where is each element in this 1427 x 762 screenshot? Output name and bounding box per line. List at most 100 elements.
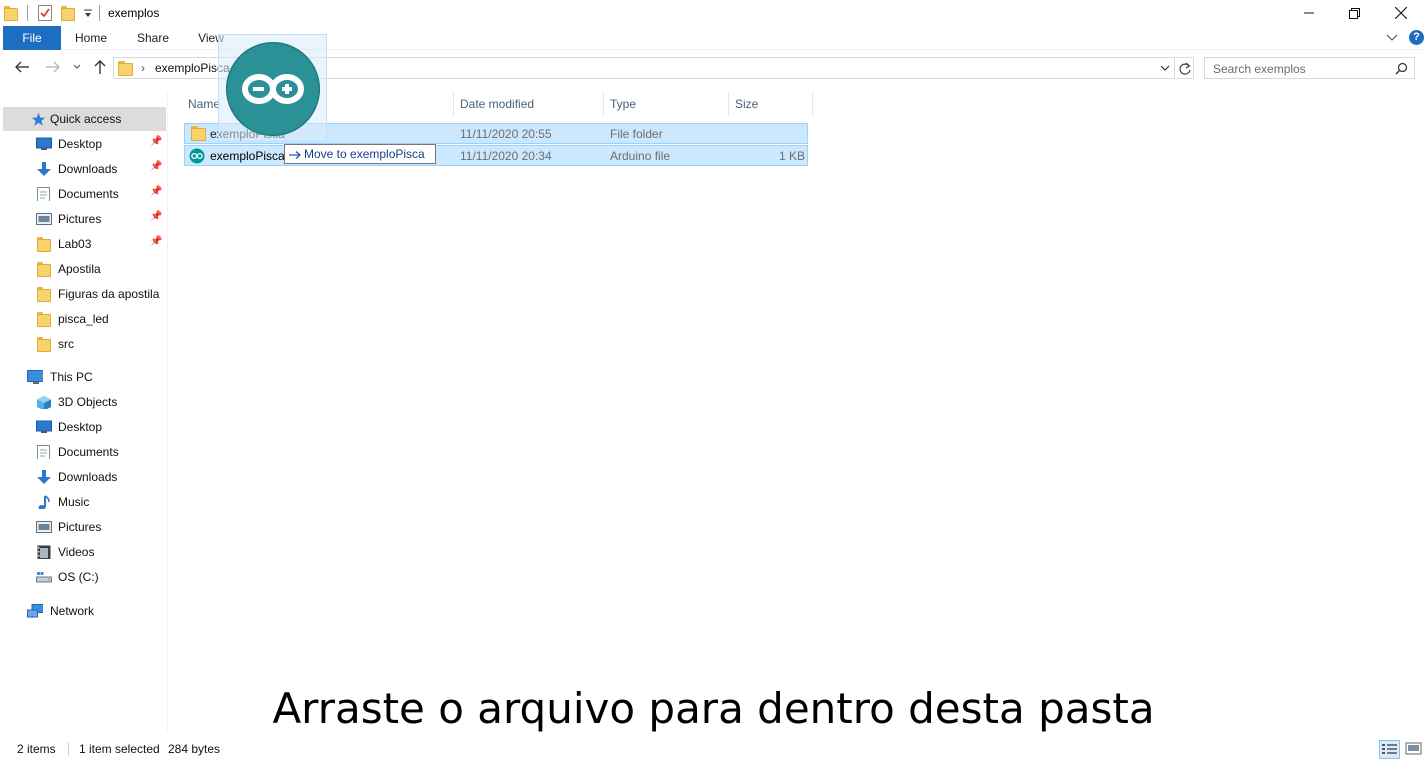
- pictures-icon: [36, 213, 52, 225]
- address-history-dropdown[interactable]: [1159, 62, 1171, 74]
- column-size[interactable]: Size: [735, 92, 758, 116]
- file-name: exemploPisca: [210, 149, 285, 163]
- sidebar-item-lab03[interactable]: Lab03 📌: [0, 232, 166, 256]
- recent-locations-button[interactable]: [71, 60, 83, 78]
- tab-home[interactable]: Home: [68, 26, 114, 50]
- videos-icon: [37, 545, 51, 559]
- breadcrumb-separator: ›: [141, 61, 145, 75]
- forward-arrow-icon: [46, 61, 60, 73]
- sidebar-item-music[interactable]: Music: [0, 490, 166, 514]
- status-item-count: 2 items: [17, 742, 56, 756]
- file-size: 1 KB: [778, 149, 805, 163]
- column-name[interactable]: Name: [188, 92, 220, 116]
- file-row[interactable]: exemploPisca 11/11/2020 20:34 Arduino fi…: [184, 145, 808, 166]
- restore-icon: [1348, 7, 1360, 19]
- sidebar-item-label: Pictures: [58, 520, 102, 534]
- sidebar-item-label: Lab03: [58, 237, 92, 251]
- details-view-icon: [1382, 744, 1397, 754]
- computer-icon: [27, 370, 43, 384]
- sidebar-item-apostila[interactable]: Apostila: [0, 257, 166, 281]
- search-input[interactable]: Search exemplos: [1213, 62, 1306, 76]
- details-view-button[interactable]: [1379, 740, 1400, 759]
- file-type: File folder: [610, 127, 663, 141]
- new-folder-icon[interactable]: [61, 6, 75, 21]
- pictures-icon: [36, 521, 52, 533]
- sidebar-item-desktop[interactable]: Desktop 📌: [0, 132, 166, 156]
- refresh-button[interactable]: [1176, 57, 1194, 79]
- column-date-modified[interactable]: Date modified: [460, 92, 534, 116]
- large-icons-view-button[interactable]: [1404, 740, 1423, 759]
- sidebar-item-downloads[interactable]: Downloads 📌: [0, 157, 166, 181]
- forward-button[interactable]: [44, 59, 62, 77]
- sidebar-item-label: Apostila: [58, 262, 101, 276]
- sidebar-item-this-pc[interactable]: This PC: [0, 365, 166, 389]
- properties-icon[interactable]: [38, 5, 52, 21]
- network-icon: [27, 604, 43, 618]
- music-icon: [38, 495, 50, 509]
- pin-icon: 📌: [150, 136, 163, 147]
- back-arrow-icon: [15, 61, 29, 73]
- column-type[interactable]: Type: [610, 92, 636, 116]
- restore-button[interactable]: [1331, 0, 1377, 26]
- minimize-button[interactable]: [1286, 0, 1332, 26]
- window-title: exemplos: [108, 6, 160, 20]
- sidebar-item-label: Pictures: [58, 212, 102, 226]
- column-divider[interactable]: [812, 92, 813, 116]
- sidebar-item-src[interactable]: src: [0, 332, 166, 356]
- divider: [68, 742, 69, 756]
- sidebar-item-label: src: [58, 337, 74, 351]
- sidebar-item-figuras-da-apostila[interactable]: Figuras da apostila: [0, 282, 166, 306]
- arduino-icon: [226, 42, 320, 136]
- move-arrow-icon: [289, 151, 301, 159]
- sidebar-item-label: Documents: [58, 445, 119, 459]
- sidebar-item-pisca-led[interactable]: pisca_led: [0, 307, 166, 331]
- sidebar-item-pictures[interactable]: Pictures 📌: [0, 207, 166, 231]
- column-divider[interactable]: [603, 92, 604, 116]
- desktop-icon: [36, 420, 52, 433]
- divider: [27, 5, 28, 21]
- pin-icon: 📌: [150, 211, 163, 222]
- sidebar-item-pc-documents[interactable]: Documents: [0, 440, 166, 464]
- sidebar-item-label: Videos: [58, 545, 95, 559]
- sidebar-item-documents[interactable]: Documents 📌: [0, 182, 166, 206]
- navigation-pane: Quick access Desktop 📌 Downloads 📌 Docum…: [0, 92, 168, 732]
- expand-ribbon-chevron-icon[interactable]: [1386, 31, 1400, 45]
- folder-icon: [37, 237, 51, 252]
- arduino-icon: [189, 148, 205, 164]
- status-size: 284 bytes: [168, 742, 221, 756]
- sidebar-item-label: Network: [50, 604, 95, 618]
- help-icon[interactable]: ?: [1409, 30, 1424, 45]
- customize-toolbar-dropdown-icon[interactable]: [83, 6, 93, 20]
- back-button[interactable]: [13, 59, 31, 77]
- sidebar-item-label: Quick access: [50, 112, 122, 126]
- sidebar-item-network[interactable]: Network: [0, 599, 166, 623]
- pin-icon: 📌: [150, 161, 163, 172]
- chevron-down-icon: [73, 64, 81, 69]
- sidebar-item-pc-downloads[interactable]: Downloads: [0, 465, 166, 489]
- status-bar: 2 items 1 item selected 284 bytes: [0, 736, 1427, 762]
- sidebar-item-os-c[interactable]: OS (C:): [0, 565, 166, 589]
- pin-icon: 📌: [150, 236, 163, 247]
- sidebar-item-label: 3D Objects: [58, 395, 118, 409]
- column-divider[interactable]: [453, 92, 454, 116]
- folder-icon: [191, 126, 206, 141]
- sidebar-item-pc-desktop[interactable]: Desktop: [0, 415, 166, 439]
- tab-file[interactable]: File: [3, 26, 61, 50]
- drag-tooltip-text: Move to exemploPisca: [304, 147, 425, 161]
- sidebar-item-3d-objects[interactable]: 3D Objects: [0, 390, 166, 414]
- column-divider[interactable]: [728, 92, 729, 116]
- sidebar-item-pc-pictures[interactable]: Pictures: [0, 515, 166, 539]
- file-date: 11/11/2020 20:55: [460, 127, 552, 141]
- search-box[interactable]: Search exemplos: [1204, 57, 1415, 79]
- sidebar-item-label: Downloads: [58, 470, 118, 484]
- desktop-icon: [36, 137, 52, 150]
- tab-share[interactable]: Share: [130, 26, 176, 50]
- close-button[interactable]: [1378, 0, 1424, 26]
- star-icon: [31, 113, 46, 126]
- downloads-icon: [37, 470, 51, 484]
- sidebar-item-videos[interactable]: Videos: [0, 540, 166, 564]
- documents-icon: [37, 187, 50, 201]
- 3d-objects-icon: [37, 396, 51, 409]
- up-button[interactable]: [91, 59, 109, 77]
- sidebar-item-quick-access[interactable]: Quick access: [3, 107, 166, 131]
